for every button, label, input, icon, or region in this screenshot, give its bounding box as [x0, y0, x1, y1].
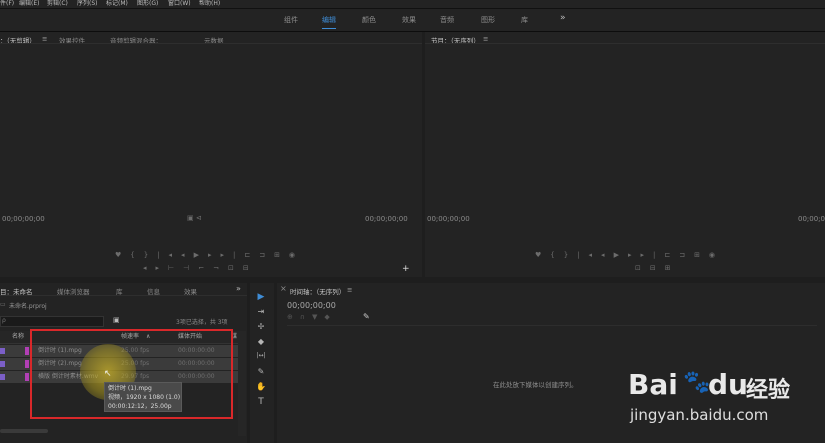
selection-tool-icon[interactable]: ▶	[254, 292, 268, 302]
menu-edit[interactable]: 编辑(E)	[19, 0, 39, 8]
timeline-title[interactable]: 时间轴：（无序列）	[290, 286, 345, 296]
workspace-libraries[interactable]: 库	[521, 15, 528, 25]
track-select-tool-icon[interactable]: ⇥	[254, 307, 268, 316]
program-timecode-duration: 00;00;00;00	[798, 215, 825, 223]
hand-tool-icon[interactable]: ✋	[254, 382, 268, 391]
program-edit-controls[interactable]: ⊡⊟⊞	[635, 264, 680, 272]
workspace-bar: 组件 编辑 颜色 效果 音频 图形 库 »	[0, 9, 825, 32]
razor-tool-icon[interactable]: ◆	[254, 337, 268, 346]
source-timecode-current[interactable]: 00;00;00;00	[2, 215, 45, 223]
watermark-jingyan: 经验	[746, 378, 791, 403]
program-timecode-current[interactable]: 00;00;00;00	[427, 215, 470, 223]
fit-icon[interactable]: ▣ ⊲	[187, 214, 202, 222]
column-name[interactable]: 名称	[12, 331, 24, 343]
program-transport-controls[interactable]: ♥{}|◂◂▶▸▸|⊏⊐⊞◉	[535, 251, 724, 259]
source-edit-controls[interactable]: ◂▸⊢⊣⌐¬⊡⊟	[143, 264, 258, 272]
mouse-cursor-icon: ↖	[104, 369, 112, 379]
label-color-swatch	[25, 373, 29, 381]
project-search-input[interactable]: ρ	[0, 316, 104, 327]
baidu-jingyan-watermark: Bai 🐾 du 经验 jingyan.baidu.com	[628, 368, 823, 443]
wrench-icon[interactable]: ✎	[363, 312, 370, 321]
watermark-brand: Bai	[628, 368, 678, 401]
folder-icon: ▭	[0, 301, 6, 308]
video-icon	[0, 374, 5, 380]
selection-info: 3项已选择，共 3项	[176, 319, 228, 326]
workspace-editing[interactable]: 编辑	[322, 15, 336, 29]
ripple-edit-tool-icon[interactable]: ✢	[254, 322, 268, 331]
menu-bar: 件(F) 编辑(E) 剪辑(C) 序列(S) 标记(M) 图形(G) 窗口(W)…	[0, 0, 825, 9]
watermark-du: du	[708, 368, 748, 401]
source-menu-icon[interactable]: ≡	[42, 35, 47, 43]
slip-tool-icon[interactable]: |↔|	[254, 352, 268, 359]
program-menu-icon[interactable]: ≡	[483, 35, 488, 43]
tab-divider	[0, 43, 422, 44]
tools-panel: ▶ ⇥ ✢ ◆ |↔| ✎ ✋ T	[250, 283, 274, 443]
type-tool-icon[interactable]: T	[254, 397, 268, 407]
label-color-swatch	[25, 360, 29, 368]
close-icon[interactable]: ×	[280, 284, 287, 293]
timeline-divider	[287, 325, 817, 326]
workspace-color[interactable]: 颜色	[362, 15, 376, 25]
pen-tool-icon[interactable]: ✎	[254, 367, 268, 376]
timeline-drop-hint: 在此处放下媒体以创建序列。	[493, 381, 578, 389]
tooltip-duration: 00:00:12:12，25.00p	[108, 403, 172, 410]
timeline-toolbar[interactable]: ⊕∩▼◆	[287, 313, 337, 321]
workspace-effects[interactable]: 效果	[402, 15, 416, 25]
tab-divider	[0, 295, 247, 296]
program-monitor-panel: 节目：（无序列） ≡ 00;00;00;00 00;00;00;00 ♥{}|◂…	[425, 32, 825, 277]
menu-graphics[interactable]: 图形(G)	[137, 0, 158, 8]
menu-sequence[interactable]: 序列(S)	[77, 0, 98, 8]
project-file-name: 未命名.prproj	[9, 303, 47, 310]
new-bin-icon[interactable]: ▣	[113, 316, 120, 324]
item-tooltip: 倒计时 (1).mpg 视频，1920 x 1080 (1.0) 00:00:1…	[104, 382, 182, 412]
project-scrollbar[interactable]	[238, 331, 246, 436]
menu-marker[interactable]: 标记(M)	[106, 0, 128, 8]
add-button-icon[interactable]: +	[402, 264, 410, 274]
workspace-graphics[interactable]: 图形	[481, 15, 495, 25]
tooltip-file-name: 倒计时 (1).mpg	[108, 385, 152, 392]
horizontal-scrollbar[interactable]	[0, 429, 48, 433]
menu-file[interactable]: 件(F)	[0, 0, 14, 8]
video-icon	[0, 348, 5, 354]
source-timecode-duration: 00;00;00;00	[365, 215, 408, 223]
source-transport-controls[interactable]: ♥{}|◂◂▶▸▸|⊏⊐⊞◉	[115, 251, 304, 259]
video-icon	[0, 361, 5, 367]
source-monitor-panel: ：（无剪辑） ≡ 效果控件 音频剪辑混合器： 元数据 00;00;00;00 0…	[0, 32, 422, 277]
timeline-menu-icon[interactable]: ≡	[347, 286, 352, 294]
more-tabs-icon[interactable]: »	[236, 284, 241, 293]
timeline-timecode[interactable]: 00;00;00;00	[287, 301, 336, 310]
tab-divider	[425, 43, 825, 44]
menu-window[interactable]: 窗口(W)	[168, 0, 191, 8]
workspace-audio[interactable]: 音频	[440, 15, 454, 25]
watermark-url: jingyan.baidu.com	[630, 406, 769, 424]
tooltip-video-info: 视频，1920 x 1080 (1.0)	[108, 394, 181, 401]
more-workspaces-icon[interactable]: »	[560, 13, 566, 23]
label-color-swatch	[25, 347, 29, 355]
menu-help[interactable]: 帮助(H)	[199, 0, 220, 8]
paw-icon: 🐾	[683, 370, 711, 395]
menu-clip[interactable]: 剪辑(C)	[47, 0, 68, 8]
workspace-assembly[interactable]: 组件	[284, 15, 298, 25]
